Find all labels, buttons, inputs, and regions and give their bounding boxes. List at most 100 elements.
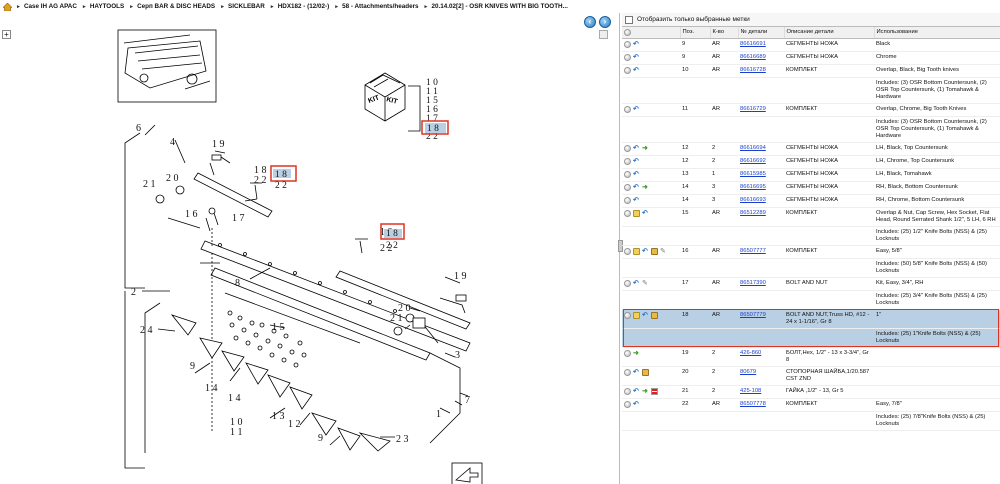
replace-arrow-icon[interactable]: ↶ — [642, 312, 649, 319]
select-circle-icon[interactable] — [624, 247, 631, 255]
replace-arrow-icon[interactable]: ↶ — [633, 280, 640, 287]
select-circle-icon[interactable] — [624, 144, 631, 152]
replace-arrow-icon[interactable]: ↶ — [633, 41, 640, 48]
table-row[interactable]: ↶ 18 AR 86507779 BOLT AND NUT,Truss HD, #12 … — [622, 309, 1000, 329]
part-number-link[interactable]: 86616693 — [740, 197, 766, 203]
part-number-link[interactable]: 86507779 — [740, 312, 766, 318]
table-row[interactable]: ↶ ➜ 14 3 86616695 СЕГМЕНТЫ НОЖА RH, Black, Bot… — [622, 181, 1000, 195]
replace-arrow-icon[interactable]: ↶ — [633, 106, 640, 113]
select-circle-icon[interactable] — [624, 105, 631, 113]
table-row-note[interactable]: Includes: (25) 3/4" Knife Bolts (NSS) & … — [622, 290, 1000, 310]
replace-arrow-icon[interactable]: ↶ — [642, 248, 649, 255]
col-qty[interactable]: К-во — [710, 27, 739, 39]
note-icon[interactable] — [633, 209, 640, 217]
part-number-link[interactable]: 86616729 — [740, 106, 766, 112]
select-circle-icon[interactable] — [624, 400, 631, 408]
part-number-link[interactable]: 86616695 — [740, 184, 766, 190]
part-number-link[interactable]: 86517390 — [740, 280, 766, 286]
table-row[interactable]: ↶ ✎ 17 AR 86517390 BOLT AND NUT Kit, Easy, 3/4… — [622, 277, 1000, 291]
replace-arrow-icon[interactable]: ↶ — [633, 184, 640, 191]
replace-arrow-icon[interactable]: ↶ — [633, 67, 640, 74]
breadcrumb-item[interactable]: 20.14.02[2] - OSR KNIVES WITH BIG TOOTH.… — [432, 3, 568, 10]
go-arrow-icon[interactable]: ➜ — [642, 145, 649, 152]
table-row[interactable]: ➜ 19 2 426-860 БОЛТ,Hex, 1/2" - 13 x 3-3/4",… — [622, 347, 1000, 367]
table-row[interactable]: ↶ 15 AR 86512289 КОМПЛЕКТ Overlap & Nut, Cap … — [622, 207, 1000, 227]
col-pos[interactable]: Поз. — [680, 27, 711, 39]
select-circle-icon[interactable] — [624, 196, 631, 204]
go-arrow-icon[interactable]: ➜ — [633, 350, 640, 357]
package-icon[interactable] — [651, 247, 658, 255]
col-usage[interactable]: Использование — [874, 27, 1000, 39]
table-row[interactable]: ↶ 9 AR 86616689 СЕГМЕНТЫ НОЖА Chrome — [622, 51, 1000, 65]
table-row-note[interactable]: Includes: (25) 1/2" Knife Bolts (NSS) & … — [622, 226, 1000, 246]
part-number-link[interactable]: 86616694 — [740, 145, 766, 151]
replace-arrow-icon[interactable]: ↶ — [642, 210, 649, 217]
breadcrumb-item[interactable]: SICKLEBAR — [228, 3, 265, 10]
part-number-link[interactable]: 80679 — [740, 369, 756, 375]
part-number-link[interactable]: 86512289 — [740, 210, 766, 216]
table-row[interactable]: ↶ ➜ 21 2 425-108 ГАЙКА ,1/2" - 13, Gr 5 — [622, 385, 1000, 399]
part-number-link[interactable]: 86616689 — [740, 54, 766, 60]
replace-arrow-icon[interactable]: ↶ — [633, 54, 640, 61]
select-circle-icon[interactable] — [624, 53, 631, 61]
wrench-icon[interactable]: ✎ — [660, 248, 667, 255]
select-circle-icon[interactable] — [624, 66, 631, 74]
replace-arrow-icon[interactable]: ↶ — [633, 401, 640, 408]
replace-arrow-icon[interactable]: ↶ — [633, 197, 640, 204]
table-row[interactable]: ↶ ✎ 16 AR 86507777 КОМПЛЕКТ Easy, 5/8" — [622, 245, 1000, 259]
part-number-link[interactable]: 86507778 — [740, 401, 766, 407]
flag-icon[interactable] — [651, 387, 658, 395]
table-row[interactable]: ↶ 12 2 86616692 СЕГМЕНТЫ НОЖА LH, Chrome, Top… — [622, 155, 1000, 169]
table-row-note[interactable]: Includes: (50) 5/8" Knife Bolts (NSS) & … — [622, 258, 1000, 278]
table-row[interactable]: ↶ 13 1 86615985 СЕГМЕНТЫ НОЖА LH, Black, Toma… — [622, 168, 1000, 182]
package-icon[interactable] — [642, 368, 649, 376]
table-row[interactable]: ↶ 20 2 80679 СТОПОРНАЯ ШАЙБА,1/20.587 CST ZN… — [622, 366, 1000, 386]
header-select-icon[interactable] — [622, 27, 681, 39]
select-circle-icon[interactable] — [624, 170, 631, 178]
breadcrumb-item[interactable]: Серп BAR & DISC HEADS — [137, 3, 215, 10]
select-circle-icon[interactable] — [624, 209, 631, 217]
replace-arrow-icon[interactable]: ↶ — [633, 145, 640, 152]
select-circle-icon[interactable] — [624, 279, 631, 287]
part-number-link[interactable]: 86616692 — [740, 158, 766, 164]
select-circle-icon[interactable] — [624, 311, 631, 319]
breadcrumb-item[interactable]: HAYTOOLS — [90, 3, 124, 10]
go-arrow-icon[interactable]: ➜ — [642, 388, 649, 395]
replace-arrow-icon[interactable]: ↶ — [633, 158, 640, 165]
select-circle-icon[interactable] — [624, 349, 631, 357]
table-row[interactable]: ↶ 14 3 86616693 СЕГМЕНТЫ НОЖА RH, Chrome, Bot… — [622, 194, 1000, 208]
table-row[interactable]: ↶ 10 AR 86616728 КОМПЛЕКТ Overlap, Black, Big… — [622, 64, 1000, 78]
part-number-link[interactable]: 86616728 — [740, 67, 766, 73]
part-number-link[interactable]: 425-108 — [740, 388, 761, 394]
note-icon[interactable] — [633, 311, 640, 319]
package-icon[interactable] — [651, 311, 658, 319]
replace-arrow-icon[interactable]: ↶ — [633, 369, 640, 376]
show-selected-checkbox[interactable] — [625, 15, 633, 24]
replace-arrow-icon[interactable]: ↶ — [633, 388, 640, 395]
note-icon[interactable] — [633, 247, 640, 255]
wrench-icon[interactable]: ✎ — [642, 280, 649, 287]
select-circle-icon[interactable] — [624, 368, 631, 376]
table-row[interactable]: ↶ 9 AR 86616691 СЕГМЕНТЫ НОЖА Black — [622, 38, 1000, 52]
table-row-note[interactable]: Includes: (3) OSR Bottom Countersunk, (2… — [622, 77, 1000, 104]
table-row-note[interactable]: Includes: (3) OSR Bottom Countersunk, (2… — [622, 116, 1000, 143]
part-number-link[interactable]: 426-860 — [740, 350, 761, 356]
select-circle-icon[interactable] — [624, 387, 631, 395]
go-arrow-icon[interactable]: ➜ — [642, 184, 649, 191]
table-row-note[interactable]: Includes: (25) 7/8"Knife Bolts (NSS) & (… — [622, 411, 1000, 431]
table-row[interactable]: ↶ ➜ 12 2 86616694 СЕГМЕНТЫ НОЖА LH, Black, Top… — [622, 142, 1000, 156]
table-row[interactable]: ↶ 11 AR 86616729 КОМПЛЕКТ Overlap, Chrome, Bi… — [622, 103, 1000, 117]
table-row-note[interactable]: Includes: (25) 1"Knife Bolts (NSS) & (25… — [622, 328, 1000, 348]
select-circle-icon[interactable] — [624, 157, 631, 165]
part-number-link[interactable]: 86616691 — [740, 41, 766, 47]
col-desc[interactable]: Описание детали — [784, 27, 875, 39]
home-icon[interactable] — [3, 2, 12, 11]
replace-arrow-icon[interactable]: ↶ — [633, 171, 640, 178]
part-number-link[interactable]: 86615985 — [740, 171, 766, 177]
col-part[interactable]: № детали — [738, 27, 785, 39]
table-row[interactable]: ↶ 22 AR 86507778 КОМПЛЕКТ Easy, 7/8" — [622, 398, 1000, 412]
part-number-link[interactable]: 86507777 — [740, 248, 766, 254]
breadcrumb-item[interactable]: HDX182 - (12/02-) — [278, 3, 329, 10]
select-circle-icon[interactable] — [624, 183, 631, 191]
breadcrumb-item[interactable]: 58 - Attachments/headers — [342, 3, 418, 10]
